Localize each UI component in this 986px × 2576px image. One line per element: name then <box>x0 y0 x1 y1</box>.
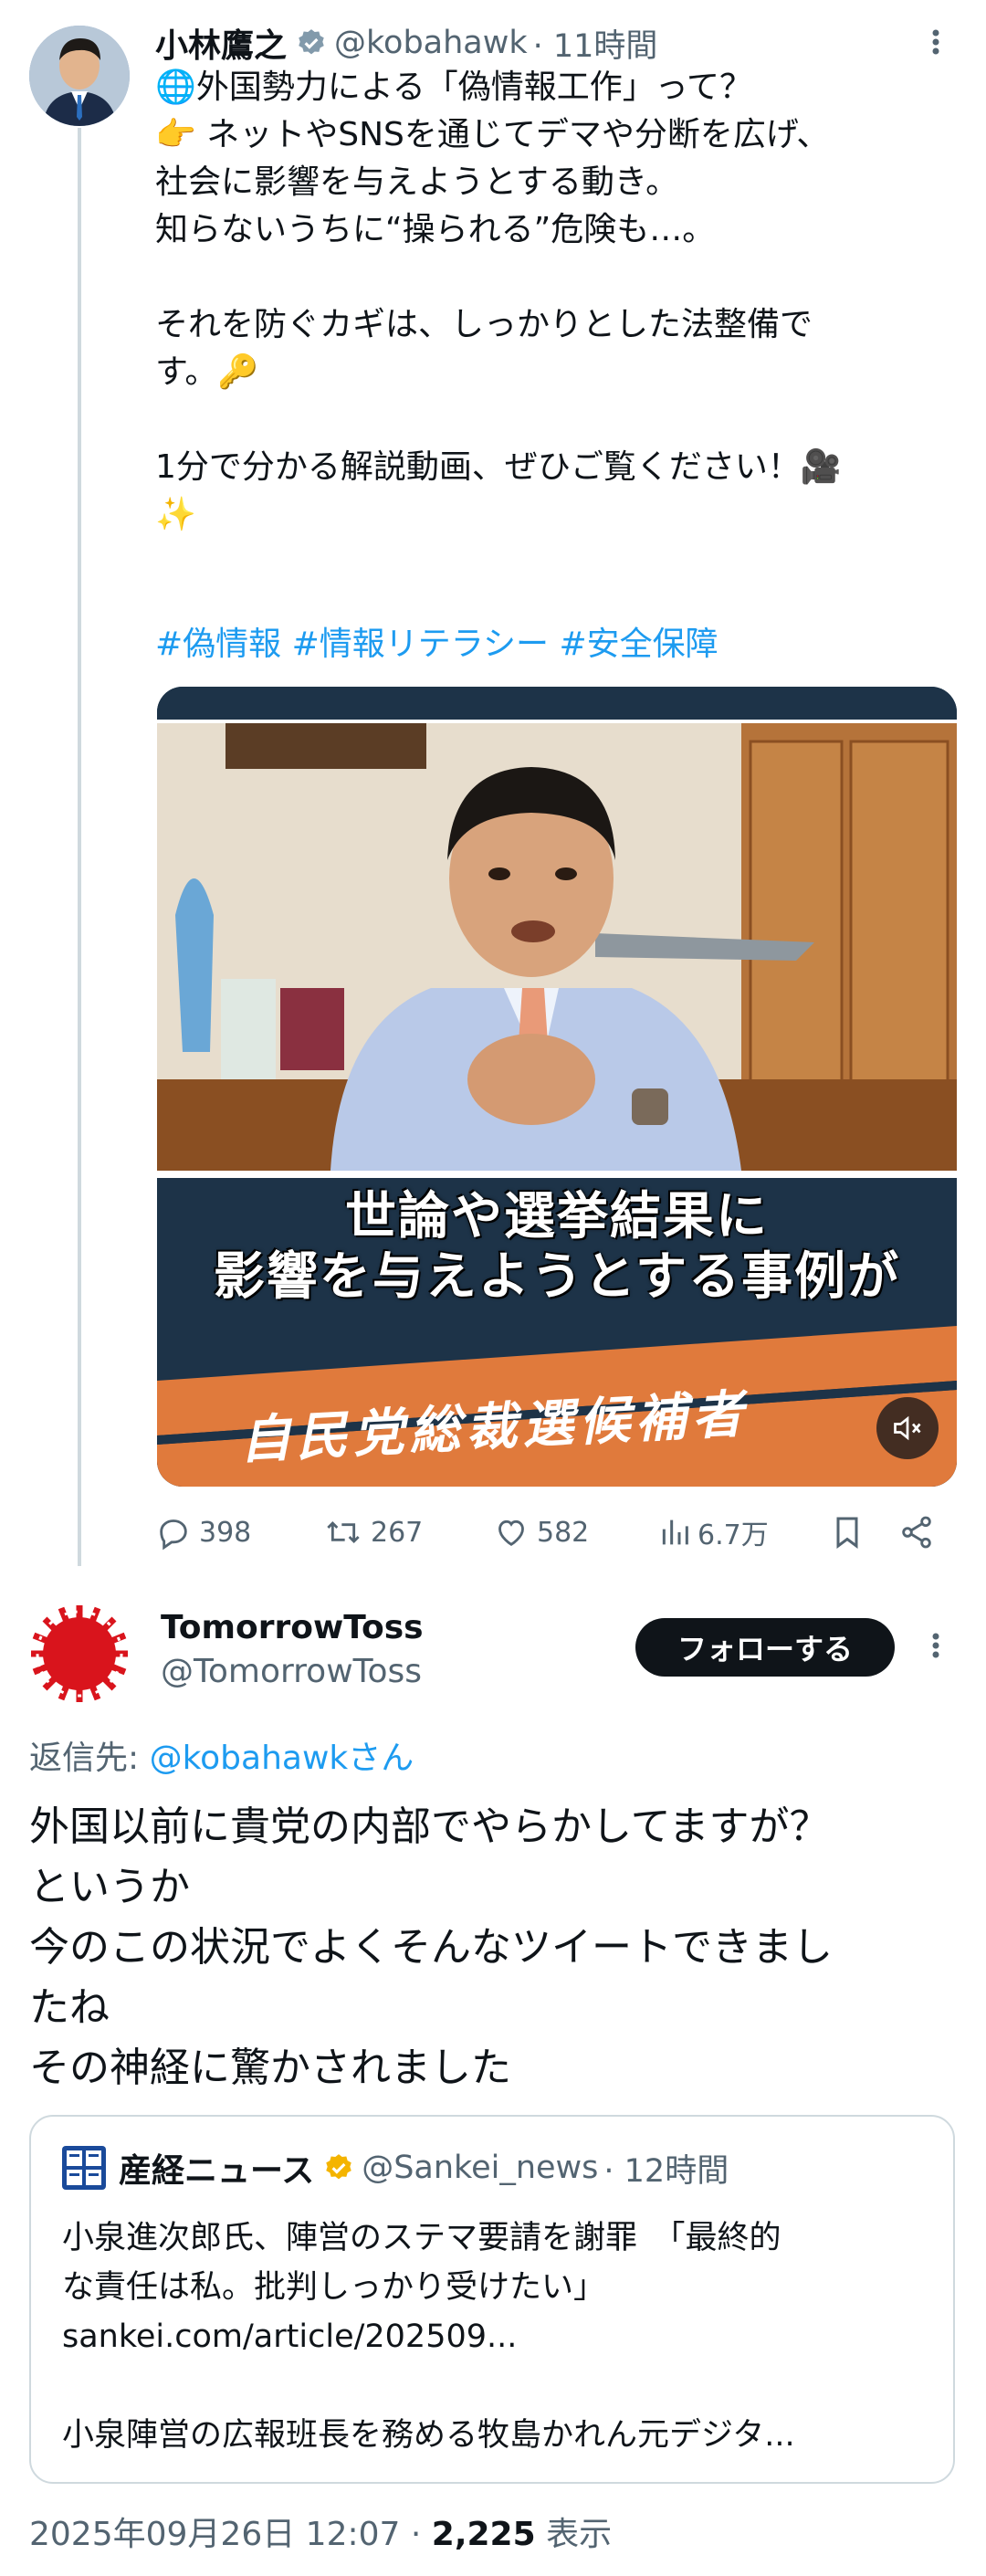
tweet-line: 知らないうちに“操られる”危険も…。 <box>155 211 716 248</box>
mute-button[interactable] <box>876 1397 939 1459</box>
video-player[interactable]: 世論や選挙結果に 影響を与えようとする事例が 自民党総裁選候補者 <box>157 687 957 1487</box>
quoted-text-line: 小泉進次郎氏、陣営のステマ要請を謝罪 「最終的 <box>62 2220 781 2256</box>
post-view-count: 2,225 <box>431 2516 536 2553</box>
tweet-line: ✨ <box>155 496 196 533</box>
reply-text: 外国以前に貴党の内部でやらかしてますが？ というか 今のこの状況でよくそんなツイ… <box>29 1797 960 2098</box>
reply-line: 今のこの状況でよくそんなツイートできまし <box>29 1924 833 1971</box>
reply-to: 返信先: @kobahawkさん <box>29 1731 414 1779</box>
share-button[interactable] <box>898 1507 942 1558</box>
author-name[interactable]: 小林鷹之 <box>155 19 287 67</box>
video-thumbnail <box>157 687 957 1487</box>
like-button[interactable]: 582 <box>493 1507 589 1558</box>
views-button[interactable]: 6.7万 <box>659 1507 769 1558</box>
author-handle[interactable]: @TomorrowToss <box>161 1653 422 1690</box>
reply-line: というか <box>29 1864 190 1910</box>
hashtags[interactable]: #偽情報 #情報リテラシー #安全保障 <box>155 617 719 665</box>
speaker-muted-icon <box>894 1415 921 1441</box>
verified-gold-badge-icon <box>323 2152 354 2183</box>
verified-badge-icon <box>296 27 327 58</box>
quoted-author-name: 産経ニュース <box>119 2152 315 2190</box>
tweet-line: 🌐外国勢力による「偽情報工作」って？ <box>155 68 752 106</box>
reply-to-handle[interactable]: @kobahawkさん <box>150 1740 414 1777</box>
views-chart-icon <box>662 1519 688 1545</box>
bookmark-icon <box>836 1517 858 1549</box>
tweet-line: 1分で分かる解説動画、ぜひご覧ください！🎥 <box>155 448 842 486</box>
quoted-text-line: な責任は私。批判しっかり受けたい」 <box>62 2269 606 2306</box>
view-count: 6.7万 <box>698 1519 769 1551</box>
video-caption: 世論や選挙結果に <box>345 1187 769 1246</box>
reply-count: 398 <box>199 1516 252 1549</box>
author-handle[interactable]: @kobahawk <box>334 25 528 61</box>
retweet-icon <box>327 1520 360 1544</box>
bookmark-button[interactable] <box>829 1507 873 1558</box>
tweet-text: 🌐外国勢力による「偽情報工作」って？ 👉 ネットやSNSを通じてデマや分断を広げ… <box>155 64 959 539</box>
video-caption: 影響を与えようとする事例が <box>213 1247 901 1307</box>
author-name[interactable]: TomorrowToss <box>161 1609 424 1646</box>
reply-icon <box>160 1519 187 1551</box>
post-view-label: 表示 <box>535 2516 613 2553</box>
quoted-link: sankei.com/article/202509... <box>62 2318 518 2355</box>
retweet-button[interactable]: 267 <box>323 1507 423 1558</box>
post-timestamp[interactable]: 2025年09月26日 12:07 · <box>29 2516 432 2553</box>
avatar[interactable] <box>29 26 130 126</box>
reply-to-prefix: 返信先: <box>29 1740 150 1777</box>
tweet-line: 社会に影響を与えようとする動き。 <box>155 163 679 201</box>
more-options-icon[interactable] <box>922 24 949 64</box>
sankei-logo-icon <box>62 2146 106 2190</box>
thread-line <box>78 128 81 1566</box>
reply-line: たね <box>29 1984 110 2031</box>
quoted-author-handle: @Sankei_news <box>362 2150 599 2186</box>
share-icon <box>902 1516 931 1549</box>
quoted-tweet[interactable]: 産経ニュース @Sankei_news · 12時間 小泉進次郎氏、陣営のステマ… <box>29 2115 955 2484</box>
reply-button[interactable]: 398 <box>155 1507 251 1558</box>
reply-line: 外国以前に貴党の内部でやらかしてますが？ <box>29 1803 830 1850</box>
quoted-timestamp: · 12時間 <box>603 2152 729 2190</box>
tweet-line <box>155 254 959 301</box>
avatar[interactable] <box>29 1603 130 1704</box>
tweet-line: す。🔑 <box>155 353 259 391</box>
post-meta: 2025年09月26日 12:07 · 2,225 表示 <box>29 2508 612 2555</box>
tweet-line: 👉 ネットやSNSを通じてデマや分断を広げ、 <box>155 116 830 153</box>
tweet-line <box>155 396 959 444</box>
timestamp[interactable]: · 11時間 <box>533 20 658 67</box>
reply-line: その神経に驚かされました <box>29 2045 511 2091</box>
like-count: 582 <box>537 1516 590 1549</box>
more-options-icon[interactable] <box>922 1627 949 1667</box>
retweet-count: 267 <box>371 1516 424 1549</box>
follow-button[interactable]: フォローする <box>635 1618 895 1677</box>
quoted-excerpt: 小泉陣営の広報班長を務める牧島かれん元デジタ... <box>62 2417 795 2454</box>
heart-icon <box>498 1519 524 1546</box>
tweet-line: それを防ぐカギは、しっかりとした法整備で <box>155 306 813 343</box>
